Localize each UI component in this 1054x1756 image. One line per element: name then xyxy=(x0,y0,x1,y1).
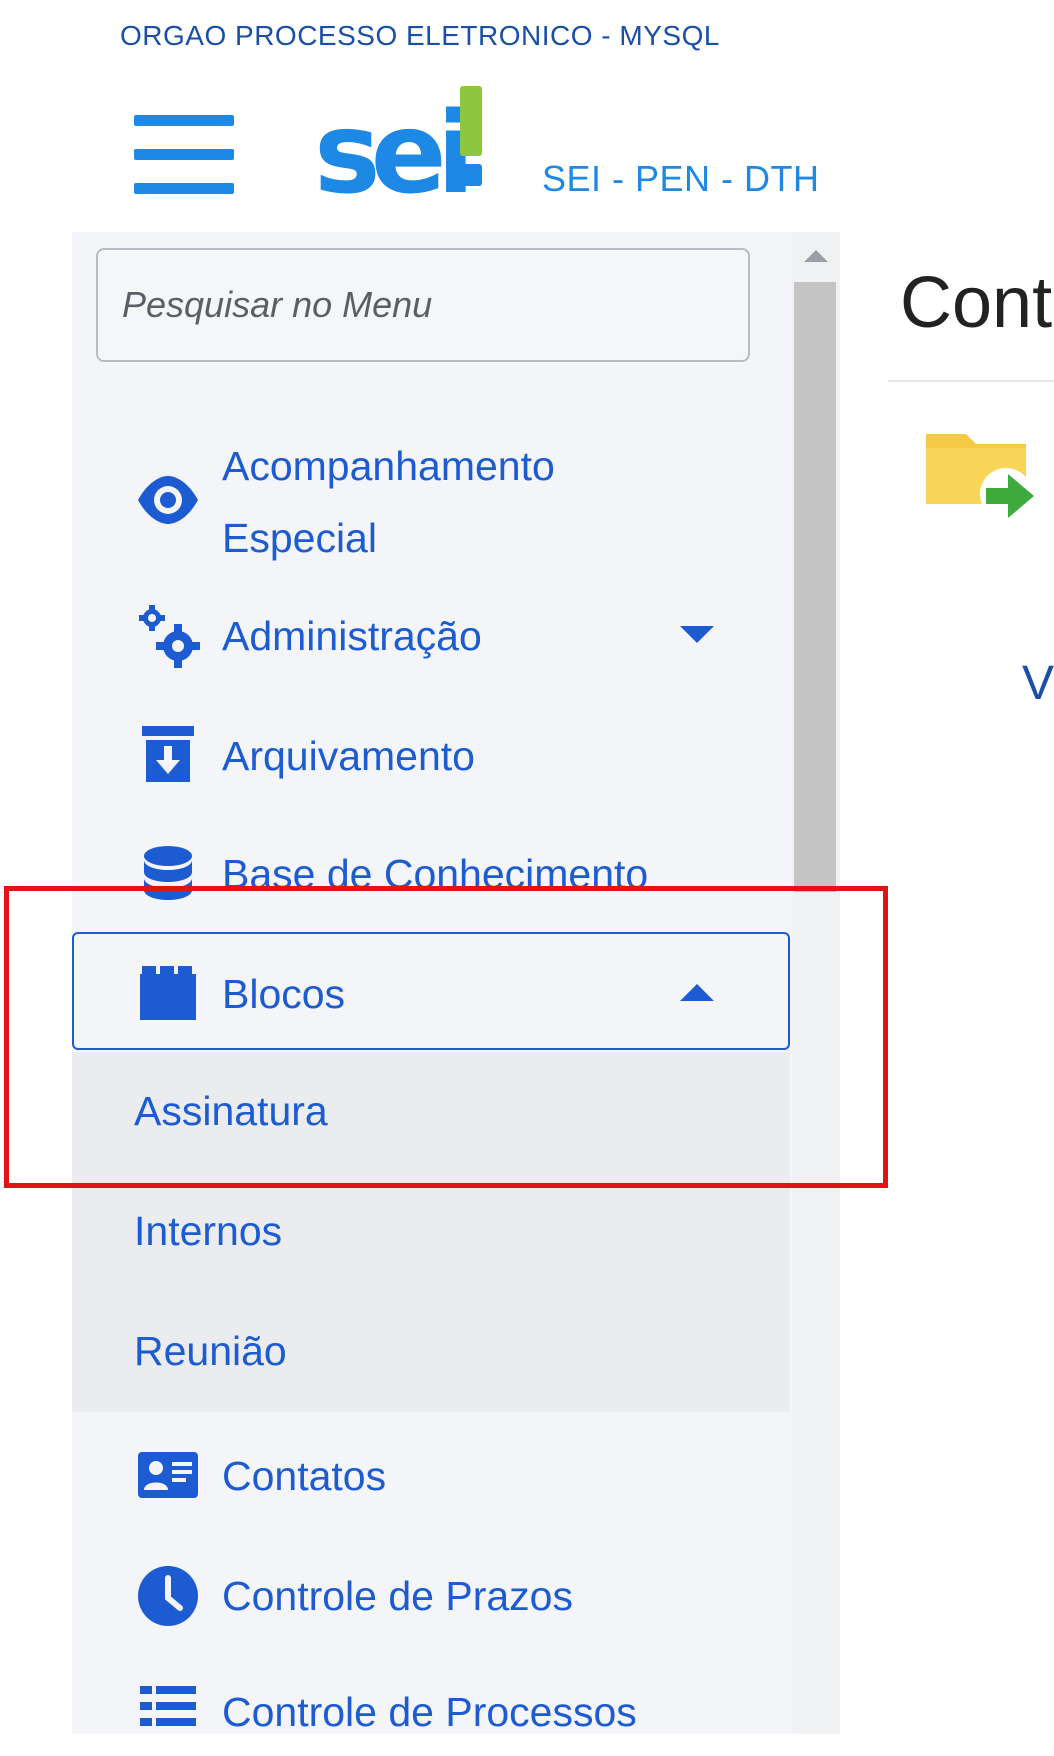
scrollbar-thumb[interactable] xyxy=(794,282,836,892)
sidebar-item-label: Blocos xyxy=(222,971,346,1017)
organization-name: ORGAO PROCESSO ELETRONICO - MYSQL xyxy=(120,20,720,51)
clock-icon xyxy=(138,1566,198,1626)
sidebar-item-base-de-conhecimento[interactable]: Base de Conhecimento xyxy=(72,838,790,900)
sidebar-item-label: Arquivamento xyxy=(222,733,475,779)
sidebar-item-controle-de-processos[interactable]: Controle de Processos xyxy=(72,1676,790,1756)
sidebar-item-acompanhamento-especial[interactable]: Acompanhamento Especial xyxy=(72,430,790,570)
content-text-fragment: V xyxy=(1022,657,1054,710)
sidebar-item-label: Contatos xyxy=(222,1453,387,1499)
sidebar-item-contatos[interactable]: Contatos xyxy=(72,1440,790,1520)
menu-search-input[interactable] xyxy=(96,248,750,362)
sidebar-item-administracao[interactable]: Administração xyxy=(72,600,790,680)
archive-icon xyxy=(142,726,194,782)
submenu-item-internos[interactable]: Internos xyxy=(134,1208,282,1255)
submenu-item-assinatura[interactable]: Assinatura xyxy=(134,1088,328,1135)
sei-logo[interactable]: sei xyxy=(312,80,492,200)
sidebar-item-label: Base de Conhecimento xyxy=(222,851,649,897)
folder-forward-icon[interactable] xyxy=(924,420,1044,530)
contact-card-icon xyxy=(138,1452,198,1498)
submenu-item-reuniao[interactable]: Reunião xyxy=(134,1328,287,1375)
sidebar-item-label: Especial xyxy=(222,515,377,561)
page-title: Cont xyxy=(900,263,1053,343)
scroll-up-arrow-icon[interactable] xyxy=(804,250,828,262)
system-name: SEI - PEN - DTH xyxy=(542,158,820,199)
hamburger-menu-icon[interactable] xyxy=(134,115,234,195)
cubes-icon xyxy=(140,966,196,1020)
sidebar-item-arquivamento[interactable]: Arquivamento xyxy=(72,720,790,800)
eye-icon xyxy=(138,476,198,524)
sidebar-item-label: Controle de Prazos xyxy=(222,1573,573,1619)
chevron-down-icon[interactable] xyxy=(680,626,714,643)
chevron-up-icon[interactable] xyxy=(680,984,714,1001)
cogs-icon xyxy=(139,605,200,668)
sidebar-item-blocos-content[interactable]: Blocos xyxy=(72,958,790,1030)
sidebar-item-controle-de-prazos[interactable]: Controle de Prazos xyxy=(72,1560,790,1640)
svg-text:sei: sei xyxy=(314,89,466,200)
sidebar-item-label: Acompanhamento xyxy=(222,443,555,489)
database-icon xyxy=(144,846,192,900)
list-icon xyxy=(140,1686,196,1726)
title-divider xyxy=(888,380,1054,382)
sidebar-item-label: Controle de Processos xyxy=(222,1689,637,1735)
sidebar-item-label: Administração xyxy=(222,613,482,659)
